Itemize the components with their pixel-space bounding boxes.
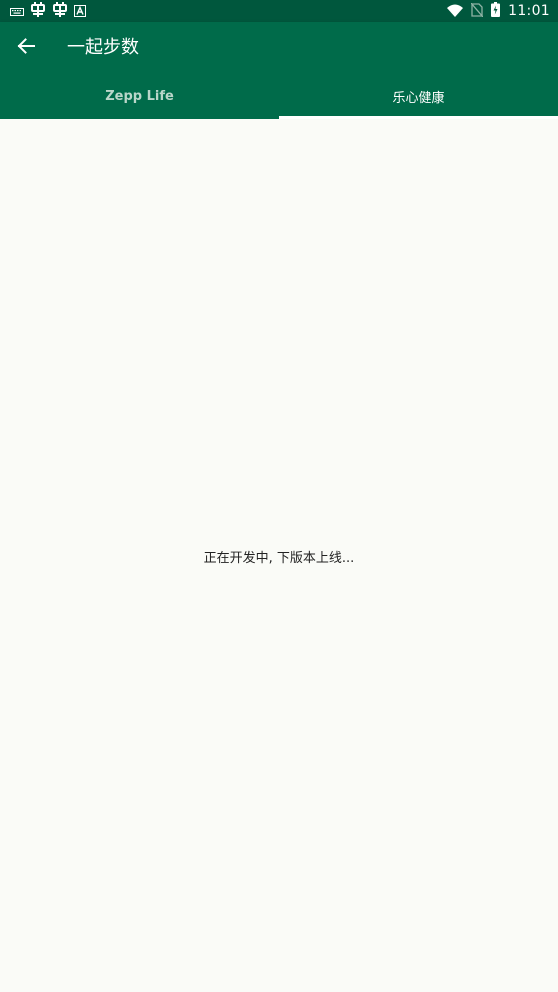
arrow-left-icon [17, 37, 35, 59]
tab-label: Zepp Life [105, 89, 174, 104]
tab-label: 乐心健康 [392, 91, 445, 106]
toolbar: 一起步数 [0, 22, 558, 74]
back-button[interactable] [8, 30, 44, 66]
font-a-icon [74, 2, 86, 21]
bug-icon [30, 1, 46, 21]
status-left-icons [10, 1, 86, 21]
status-right-icons: 11:01 [447, 1, 550, 21]
page-title: 一起步数 [67, 37, 139, 58]
app-bar: 一起步数 Zepp Life 乐心健康 [0, 22, 558, 119]
tab-bar: Zepp Life 乐心健康 [0, 74, 558, 119]
keyboard-icon [10, 2, 24, 21]
tab-lexin-health[interactable]: 乐心健康 [279, 74, 558, 119]
status-bar: 11:01 [0, 0, 558, 22]
no-sim-icon [470, 2, 484, 21]
tab-zepp-life[interactable]: Zepp Life [0, 74, 279, 119]
battery-charging-icon [491, 1, 501, 21]
main-content: 正在开发中, 下版本上线... [0, 119, 558, 992]
bug-icon [52, 1, 68, 21]
status-time: 11:01 [508, 3, 550, 19]
wifi-icon [447, 2, 464, 21]
under-development-message: 正在开发中, 下版本上线... [203, 551, 355, 566]
